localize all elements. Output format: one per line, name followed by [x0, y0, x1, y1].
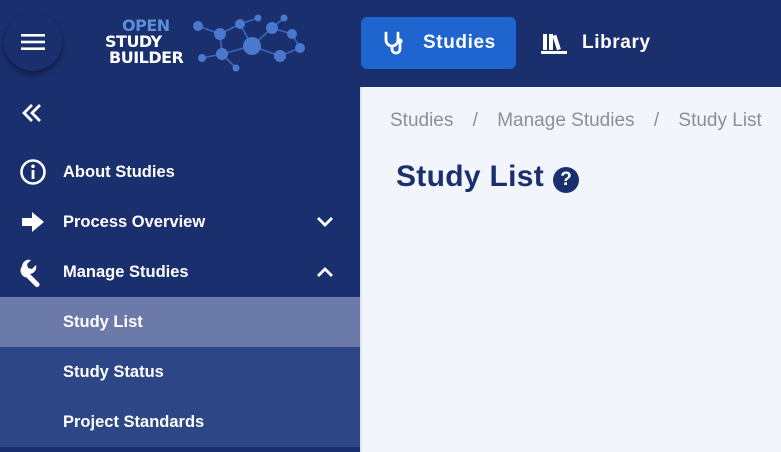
sidebar-item-manage-studies[interactable]: Manage Studies [0, 247, 361, 297]
help-icon-symbol: ? [560, 169, 572, 190]
chevron-down-icon[interactable] [314, 211, 336, 233]
tab-studies[interactable]: Studies [361, 17, 516, 69]
breadcrumb-item-study-list: Study List [678, 110, 762, 131]
sidebar-divider [360, 87, 362, 452]
sidebar-item-label: About Studies [63, 162, 175, 181]
menu-button[interactable] [4, 13, 62, 71]
logo-network-graphic [193, 14, 305, 72]
sidebar-subitem-label: Project Standards [63, 412, 205, 431]
sidebar-subitem-study-status[interactable]: Study Status [0, 347, 361, 397]
logo-text-builder: BUILDER [109, 48, 184, 67]
breadcrumb-separator: / [653, 110, 660, 131]
double-chevron-left-icon [22, 104, 41, 122]
top-app-bar: OPEN STUDY BUILDER Studies Library [0, 0, 781, 87]
sidebar-subitem-label: Study Status [63, 362, 164, 381]
tab-library-label: Library [582, 32, 651, 53]
sidebar-subitem-label: Study List [63, 312, 143, 331]
openstudybuilder-logo[interactable]: OPEN STUDY BUILDER [100, 12, 315, 74]
sidebar-item-label: Manage Studies [63, 262, 189, 281]
info-circle-icon [18, 157, 48, 187]
stethoscope-icon [381, 29, 409, 57]
sidebar-item-label: Process Overview [63, 212, 206, 231]
breadcrumb-item-studies[interactable]: Studies [390, 110, 453, 131]
sidebar-item-about-studies[interactable]: About Studies [0, 147, 361, 197]
tab-library[interactable]: Library [530, 17, 670, 69]
sidebar-subitem-study-list[interactable]: Study List [0, 297, 361, 347]
hamburger-icon [21, 34, 45, 50]
breadcrumb: Studies / Manage Studies / Study List [390, 110, 762, 132]
sidebar-subitem-project-standards[interactable]: Project Standards [0, 397, 361, 447]
wrench-icon [18, 257, 48, 287]
tab-studies-label: Studies [423, 32, 496, 53]
breadcrumb-separator: / [472, 110, 478, 131]
collapse-sidebar-button[interactable] [20, 101, 50, 129]
sidebar-navigation: About Studies Process Overview Manage St… [0, 87, 361, 452]
chevron-up-icon[interactable] [314, 261, 336, 283]
sidebar-item-process-overview[interactable]: Process Overview [0, 197, 361, 247]
page-title: Study List [396, 160, 545, 193]
books-icon [540, 29, 568, 57]
breadcrumb-item-manage-studies[interactable]: Manage Studies [497, 110, 634, 131]
arrow-right-icon [18, 207, 48, 237]
help-icon[interactable]: ? [553, 167, 579, 193]
